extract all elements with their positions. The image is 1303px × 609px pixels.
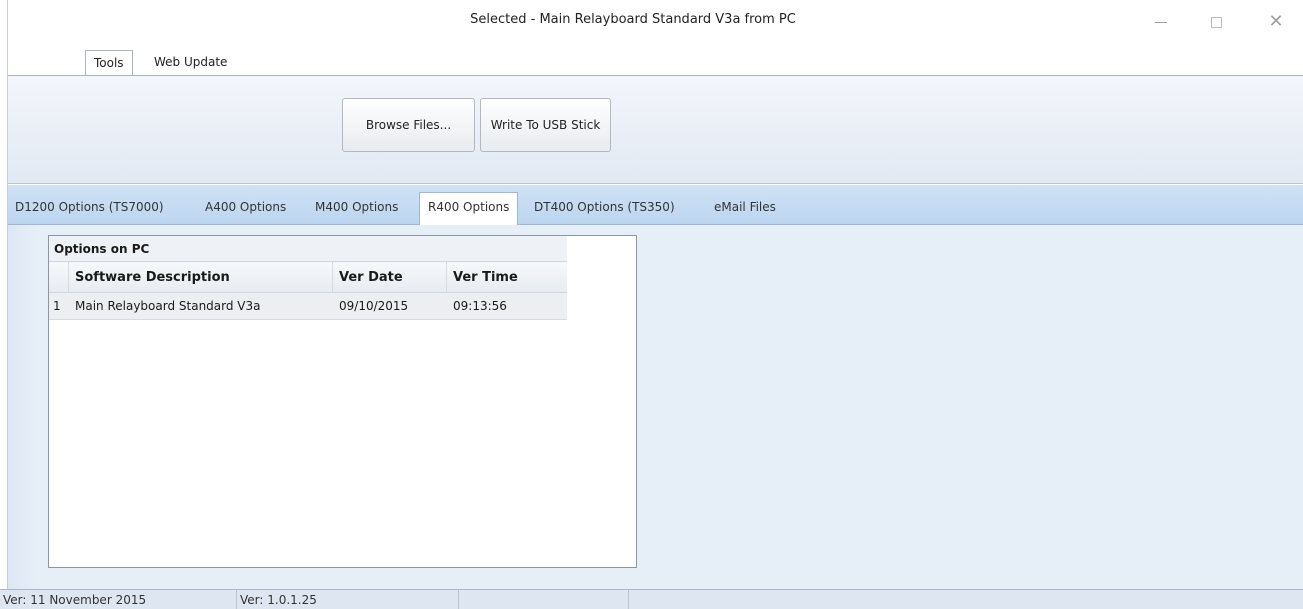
options-tab-bar: D1200 Options (TS7000) A400 Options M400…: [8, 185, 1303, 226]
tab-a400-options[interactable]: A400 Options: [203, 193, 288, 225]
column-header-index: [49, 262, 69, 293]
column-header-ver-date[interactable]: Ver Date: [333, 262, 447, 293]
window-title: Selected - Main Relayboard Standard V3a …: [470, 12, 796, 27]
status-build-date: Ver: 11 November 2015: [0, 590, 237, 609]
options-grid[interactable]: Options on PC Software Description Ver D…: [48, 235, 637, 568]
write-usb-button[interactable]: Write To USB Stick: [480, 98, 611, 152]
ribbon-tab-bar: Tools Web Update: [8, 44, 1303, 77]
ribbon-tab-tools[interactable]: Tools: [85, 50, 133, 77]
ribbon-tab-web-update[interactable]: Web Update: [146, 50, 235, 76]
status-bar: Ver: 11 November 2015 Ver: 1.0.1.25: [0, 589, 1303, 609]
tab-r400-options[interactable]: R400 Options: [419, 192, 519, 226]
column-header-ver-time[interactable]: Ver Time: [447, 262, 567, 293]
row-index: 1: [53, 299, 61, 313]
maximize-icon: [1210, 16, 1222, 28]
window-left-border: [0, 0, 8, 609]
grid-header-row: Software Description Ver Date Ver Time: [49, 262, 567, 293]
close-button[interactable]: ✕: [1253, 8, 1299, 36]
row-description: Main Relayboard Standard V3a: [75, 299, 261, 313]
table-row[interactable]: 1 Main Relayboard Standard V3a 09/10/201…: [49, 293, 567, 320]
tab-m400-options[interactable]: M400 Options: [313, 193, 400, 225]
row-ver-time: 09:13:56: [453, 299, 507, 313]
grid-group-title: Options on PC: [49, 236, 567, 262]
maximize-button[interactable]: [1193, 8, 1239, 36]
status-version: Ver: 1.0.1.25: [237, 590, 459, 609]
minimize-button[interactable]: [1138, 8, 1184, 36]
title-bar: Selected - Main Relayboard Standard V3a …: [8, 0, 1303, 44]
tab-d1200-options[interactable]: D1200 Options (TS7000): [13, 193, 166, 225]
close-icon: ✕: [1268, 11, 1284, 32]
ribbon-panel-tools: Browse Files... Write To USB Stick: [8, 75, 1303, 184]
panel-left-gradient: [8, 225, 36, 589]
status-empty-panel: [459, 590, 629, 609]
browse-files-button[interactable]: Browse Files...: [342, 98, 475, 152]
column-header-description[interactable]: Software Description: [69, 262, 333, 293]
app-window: Selected - Main Relayboard Standard V3a …: [0, 0, 1303, 609]
row-ver-date: 09/10/2015: [339, 299, 409, 313]
minimize-icon: [1155, 21, 1167, 23]
tab-dt400-options[interactable]: DT400 Options (TS350): [532, 193, 677, 225]
tab-email-files[interactable]: eMail Files: [712, 193, 778, 225]
r400-options-panel: Options on PC Software Description Ver D…: [8, 225, 1303, 589]
